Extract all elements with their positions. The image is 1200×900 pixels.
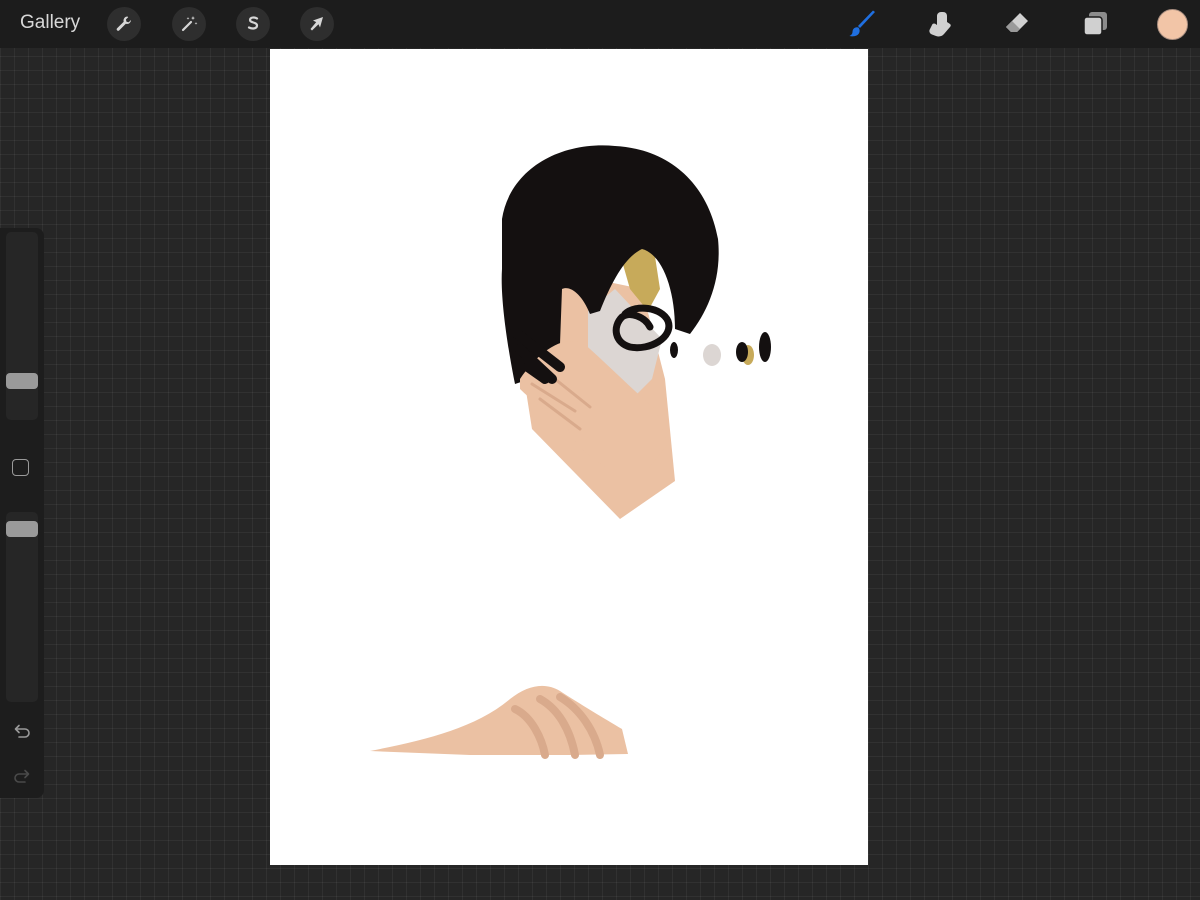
gallery-button[interactable]: Gallery: [20, 12, 80, 34]
layers-button[interactable]: [1077, 6, 1113, 42]
eraser-icon: [1006, 13, 1028, 32]
wrench-icon: [116, 16, 131, 31]
brush-size-slider-handle[interactable]: [6, 373, 38, 390]
current-color-swatch[interactable]: [1157, 9, 1188, 40]
undo-icon: [14, 724, 30, 738]
top-toolbar: Gallery: [0, 0, 1200, 48]
color-test-dot: [703, 344, 721, 366]
adjustments-button[interactable]: [172, 7, 206, 41]
brush-icon: [849, 10, 875, 37]
color-test-dot: [670, 342, 678, 358]
drawing-canvas[interactable]: [270, 49, 868, 865]
artwork: [370, 145, 771, 759]
undo-button[interactable]: [9, 718, 35, 744]
smudge-button[interactable]: [922, 6, 958, 42]
brush-button[interactable]: [845, 6, 881, 42]
layers-icon: [1083, 12, 1107, 36]
redo-icon: [14, 769, 30, 783]
opacity-slider[interactable]: [6, 512, 38, 702]
color-test-dot: [736, 342, 748, 362]
modify-square-icon[interactable]: [12, 459, 29, 476]
actions-button[interactable]: [107, 7, 141, 41]
arrow-cursor-icon: [310, 17, 323, 31]
color-test-dot: [759, 332, 771, 362]
smudge-finger-icon: [929, 12, 951, 37]
brush-size-slider[interactable]: [6, 232, 38, 420]
redo-button[interactable]: [9, 763, 35, 789]
eraser-button[interactable]: [999, 6, 1035, 42]
selection-s-icon: [247, 16, 259, 30]
magic-wand-icon: [181, 16, 198, 32]
transform-button[interactable]: [300, 7, 334, 41]
opacity-slider-handle[interactable]: [6, 520, 38, 537]
selection-button[interactable]: [236, 7, 270, 41]
